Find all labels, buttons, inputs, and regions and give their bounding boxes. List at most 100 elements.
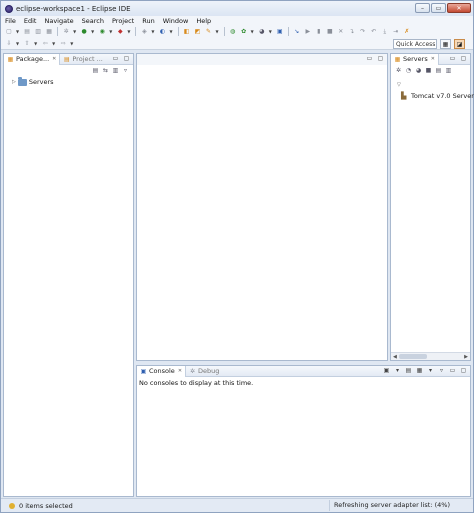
maximize-icon[interactable]: ▢ xyxy=(123,55,130,62)
stop-icon[interactable]: ■ xyxy=(425,67,432,74)
browser-dropdown-icon[interactable]: ▼ xyxy=(269,29,272,34)
run-icon[interactable]: ● xyxy=(80,28,88,36)
tab-console[interactable]: ▣ Console ✕ xyxy=(137,365,187,377)
new-dropdown-icon[interactable]: ▼ xyxy=(16,29,19,34)
open-perspective-icon[interactable]: ▦ xyxy=(440,39,451,49)
expand-arrow-icon[interactable]: ▷ xyxy=(12,79,16,85)
view-menu-icon[interactable]: ▿ xyxy=(122,67,129,74)
close-icon[interactable]: ✕ xyxy=(431,56,435,62)
tab-debug[interactable]: ✲ Debug xyxy=(186,366,222,377)
server-item-tomcat[interactable]: ▙ Tomcat v7.0 Server a xyxy=(401,92,474,100)
maximize-icon[interactable]: ▢ xyxy=(460,367,467,374)
dropdown-icon[interactable]: ▾ xyxy=(427,367,434,374)
step-into-icon[interactable]: ↴ xyxy=(348,28,356,36)
java-ee-perspective-icon[interactable]: ◪ xyxy=(454,39,465,49)
disconnect-icon[interactable]: ✕ xyxy=(337,28,345,36)
terminate-icon[interactable]: ■ xyxy=(326,28,334,36)
close-button[interactable]: ✕ xyxy=(447,3,471,13)
server-dropdown-icon[interactable]: ▼ xyxy=(251,29,254,34)
print-icon[interactable]: ▦ xyxy=(45,28,53,36)
previous-annotation-dropdown-icon[interactable]: ▼ xyxy=(34,41,37,46)
maximize-icon[interactable]: ▢ xyxy=(377,55,384,62)
minimize-icon[interactable]: ▭ xyxy=(449,367,456,374)
collapse-all-icon[interactable]: ▤ xyxy=(92,67,99,74)
save-icon[interactable]: ▤ xyxy=(23,28,31,36)
debug-icon[interactable]: ✲ xyxy=(62,28,70,36)
menu-search[interactable]: Search xyxy=(82,17,104,25)
save-all-icon[interactable]: ▥ xyxy=(34,28,42,36)
expand-arrow-icon[interactable]: ▽ xyxy=(397,82,401,88)
maximize-icon[interactable]: ▢ xyxy=(460,55,467,62)
use-step-filters-icon[interactable]: ⇥ xyxy=(392,28,400,36)
forward-dropdown-icon[interactable]: ▼ xyxy=(70,41,73,46)
back-dropdown-icon[interactable]: ▼ xyxy=(52,41,55,46)
scroll-right-icon[interactable]: ▶ xyxy=(464,354,468,360)
publish-icon[interactable]: ▤ xyxy=(435,67,442,74)
minimize-button[interactable]: – xyxy=(415,3,430,13)
step-over-icon[interactable]: ↷ xyxy=(359,28,367,36)
new-java-project-icon[interactable]: ◈ xyxy=(140,28,148,36)
scroll-left-icon[interactable]: ◀ xyxy=(393,354,397,360)
quick-access-input[interactable]: Quick Access xyxy=(393,39,437,49)
start-profile-icon[interactable]: ◕ xyxy=(415,67,422,74)
dropdown-icon[interactable]: ▾ xyxy=(394,367,401,374)
close-icon[interactable]: ✕ xyxy=(52,56,56,62)
menu-window[interactable]: Window xyxy=(163,17,189,25)
new-console-icon[interactable]: ▦ xyxy=(416,367,423,374)
clean-icon[interactable]: ▥ xyxy=(445,67,452,74)
search-dropdown-icon[interactable]: ▼ xyxy=(216,29,219,34)
tools-icon[interactable]: ✗ xyxy=(403,28,411,36)
tab-servers[interactable]: ▦ Servers ✕ xyxy=(391,53,439,65)
external-tools-dropdown-icon[interactable]: ▼ xyxy=(127,29,130,34)
pin-console-icon[interactable]: ▤ xyxy=(405,367,412,374)
link-with-editor-icon[interactable]: ⇆ xyxy=(102,67,109,74)
web-browser-icon[interactable]: ◕ xyxy=(258,28,266,36)
new-project-dropdown-icon[interactable]: ▼ xyxy=(151,29,154,34)
run-dropdown-icon[interactable]: ▼ xyxy=(91,29,94,34)
new-class-icon[interactable]: ◐ xyxy=(158,28,166,36)
menu-edit[interactable]: Edit xyxy=(24,17,37,25)
tab-project-explorer[interactable]: ▤ Project ... xyxy=(60,54,106,65)
previous-annotation-icon[interactable]: ⇧ xyxy=(23,40,31,48)
new-class-dropdown-icon[interactable]: ▼ xyxy=(169,29,172,34)
pin-icon[interactable]: ↘ xyxy=(293,28,301,36)
coverage-dropdown-icon[interactable]: ▼ xyxy=(109,29,112,34)
menu-navigate[interactable]: Navigate xyxy=(44,17,73,25)
tab-package-explorer[interactable]: ▦ Package... ✕ xyxy=(4,53,61,65)
new-icon[interactable]: ▢ xyxy=(5,28,13,36)
search-icon[interactable]: ✎ xyxy=(205,28,213,36)
open-type-icon[interactable]: ◧ xyxy=(183,28,191,36)
view-menu-icon[interactable]: ▿ xyxy=(438,367,445,374)
next-annotation-dropdown-icon[interactable]: ▼ xyxy=(16,41,19,46)
close-icon[interactable]: ✕ xyxy=(178,368,182,374)
menu-project[interactable]: Project xyxy=(112,17,134,25)
external-tools-icon[interactable]: ◆ xyxy=(116,28,124,36)
open-task-icon[interactable]: ◩ xyxy=(194,28,202,36)
step-return-icon[interactable]: ↶ xyxy=(370,28,378,36)
horizontal-scrollbar[interactable]: ◀ ▶ xyxy=(391,352,470,360)
minimize-icon[interactable]: ▭ xyxy=(112,55,119,62)
suspend-icon[interactable]: ▮ xyxy=(315,28,323,36)
debug-dropdown-icon[interactable]: ▼ xyxy=(73,29,76,34)
annotation-icon[interactable]: ▣ xyxy=(276,28,284,36)
forward-icon[interactable]: ⇨ xyxy=(59,40,67,48)
server-start-icon[interactable]: ✿ xyxy=(240,28,248,36)
scrollbar-thumb[interactable] xyxy=(399,354,427,359)
minimize-icon[interactable]: ▭ xyxy=(366,55,373,62)
menu-file[interactable]: File xyxy=(5,17,16,25)
globe-icon[interactable]: ◍ xyxy=(229,28,237,36)
start-icon[interactable]: ◔ xyxy=(405,67,412,74)
next-annotation-icon[interactable]: ⇩ xyxy=(5,40,13,48)
tree-item-servers[interactable]: ▷ Servers xyxy=(12,76,54,86)
drop-to-frame-icon[interactable]: ⤓ xyxy=(381,28,389,36)
maximize-button[interactable]: ▭ xyxy=(431,3,446,13)
skip-icon[interactable]: ▶ xyxy=(304,28,312,36)
start-debug-icon[interactable]: ✲ xyxy=(395,67,402,74)
coverage-icon[interactable]: ◉ xyxy=(98,28,106,36)
display-console-icon[interactable]: ▣ xyxy=(383,367,390,374)
menu-help[interactable]: Help xyxy=(196,17,211,25)
focus-icon[interactable]: ▥ xyxy=(112,67,119,74)
menu-run[interactable]: Run xyxy=(142,17,154,25)
back-icon[interactable]: ⇦ xyxy=(41,40,49,48)
minimize-icon[interactable]: ▭ xyxy=(449,55,456,62)
